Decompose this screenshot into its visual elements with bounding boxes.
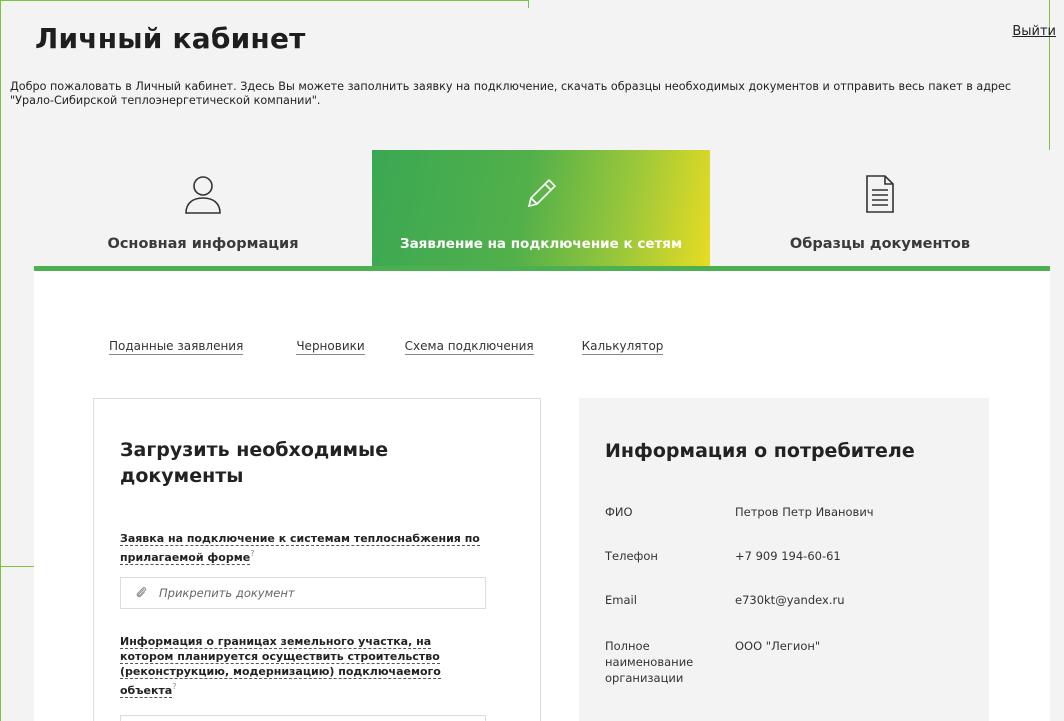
paperclip-icon	[135, 584, 147, 603]
frame-line-right	[1049, 0, 1050, 150]
main-tabs: Основная информация Заявление на подключ…	[34, 150, 1050, 271]
user-icon	[183, 172, 223, 216]
tab-document-samples[interactable]: Образцы документов	[710, 150, 1050, 268]
consumer-info-card: Информация о потребителе ФИО Петров Петр…	[579, 398, 989, 721]
page-title: Личный кабинет	[35, 22, 306, 55]
help-icon[interactable]: ?	[250, 549, 254, 558]
info-key: Полное наименование организации	[605, 639, 694, 685]
info-value: e730kt@yandex.ru	[735, 593, 845, 607]
subnav-calculator[interactable]: Калькулятор	[581, 339, 664, 355]
tab-label: Образцы документов	[789, 236, 971, 252]
info-value: ООО "Легион"	[735, 639, 821, 653]
field-label-application[interactable]: Заявка на подключение к системам теплосн…	[120, 531, 480, 565]
document-icon	[864, 172, 896, 216]
subnav-drafts[interactable]: Черновики	[296, 339, 365, 355]
field-label-text: Заявка на подключение к системам теплосн…	[120, 532, 480, 565]
info-key: Email	[605, 593, 637, 607]
info-value: Петров Петр Иванович	[735, 505, 874, 519]
field-label-land-boundaries[interactable]: Информация о границах земельного участка…	[120, 634, 480, 698]
welcome-text: Добро пожаловать в Личный кабинет. Здесь…	[10, 80, 1012, 107]
upload-title: Загрузить необходимые документы	[120, 439, 389, 487]
tab-label: Основная информация	[107, 236, 299, 252]
attach-document-button-2[interactable]	[120, 715, 486, 721]
info-key: ФИО	[605, 505, 633, 519]
upload-documents-card: Загрузить необходимые документы Заявка н…	[93, 398, 541, 721]
tab-connection-application[interactable]: Заявление на подключение к сетям	[372, 150, 710, 268]
subnav-connection-scheme[interactable]: Схема подключения	[404, 339, 534, 355]
frame-line-left	[0, 0, 1, 721]
pencil-icon	[521, 172, 561, 216]
subnav-submitted[interactable]: Поданные заявления	[109, 339, 244, 355]
field-label-text: Информация о границах земельного участка…	[120, 635, 441, 698]
help-icon[interactable]: ?	[172, 682, 176, 691]
info-key: Телефон	[605, 549, 658, 563]
content-panel: Поданные заявления Черновики Схема подкл…	[34, 271, 1050, 721]
page: Личный кабинет Выйти Добро пожаловать в …	[0, 0, 1064, 721]
tab-label: Заявление на подключение к сетям	[399, 236, 683, 252]
frame-line-top	[0, 0, 528, 1]
tab-basic-info[interactable]: Основная информация	[34, 150, 372, 268]
frame-line-bottom-left	[0, 566, 34, 567]
logout-link[interactable]: Выйти	[1012, 24, 1056, 39]
sub-navigation: Поданные заявления Черновики Схема подкл…	[109, 339, 664, 355]
info-value: +7 909 194-60-61	[735, 549, 841, 563]
attach-label: Прикрепить документ	[159, 586, 295, 600]
frame-line-notch	[528, 0, 529, 8]
consumer-info-title: Информация о потребителе	[605, 440, 915, 462]
attach-document-button[interactable]: Прикрепить документ	[120, 577, 486, 609]
